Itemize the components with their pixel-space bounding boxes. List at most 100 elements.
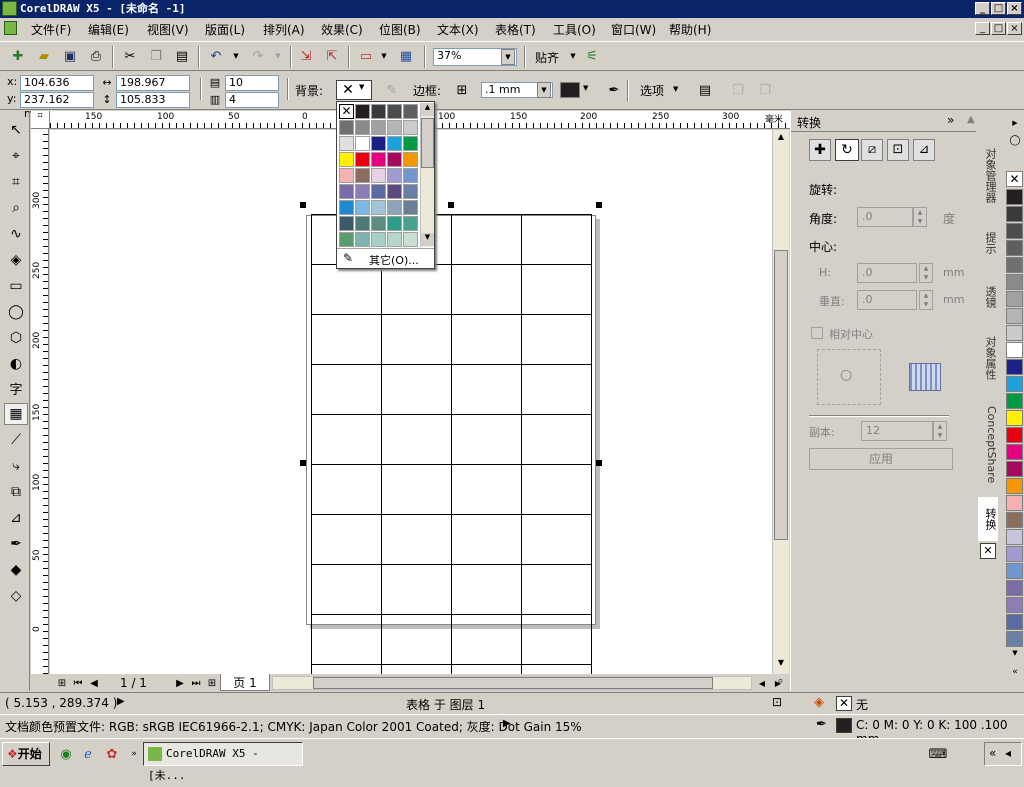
table-cell[interactable]: [381, 614, 452, 665]
tab-hints[interactable]: 提示: [978, 221, 998, 265]
table-cell[interactable]: [311, 414, 382, 465]
color-swatch[interactable]: [371, 200, 386, 215]
color-swatch[interactable]: [371, 232, 386, 247]
color-profile-info[interactable]: 文档颜色预置文件: RGB: sRGB IEC61966-2.1; CMYK: …: [5, 718, 582, 735]
color-swatch[interactable]: [403, 104, 418, 119]
export-icon[interactable]: ⇱: [322, 46, 342, 66]
table-cell[interactable]: [451, 214, 522, 265]
rotate-mode-icon[interactable]: ↻: [835, 139, 859, 161]
menu-file[interactable]: 文件(F): [31, 21, 71, 38]
doc-minimize-button[interactable]: _: [975, 22, 990, 35]
fill-tool-icon[interactable]: ◆: [4, 559, 28, 581]
tray-expand-icon[interactable]: «: [989, 746, 996, 760]
color-swatch[interactable]: [339, 184, 354, 199]
page-tab[interactable]: 页 1: [220, 674, 270, 691]
close-button[interactable]: ×: [1007, 2, 1022, 15]
welcome-screen-icon[interactable]: ▦: [396, 46, 416, 66]
crop-tool-icon[interactable]: ⌗: [4, 171, 28, 193]
palette-color-swatch[interactable]: [1006, 614, 1023, 630]
center-h-spinner[interactable]: ▲ ▼: [919, 263, 933, 283]
no-color-swatch[interactable]: ✕: [1006, 171, 1023, 187]
table-cell[interactable]: [381, 264, 452, 315]
eyedropper-tool-icon[interactable]: ⊿: [4, 507, 28, 529]
application-launcher-icon[interactable]: ▭: [356, 46, 376, 66]
table-cell[interactable]: [521, 464, 592, 515]
color-swatch[interactable]: [339, 168, 354, 183]
cut-icon[interactable]: ✂: [120, 46, 140, 66]
vertical-scrollbar[interactable]: ▲ ▼: [772, 130, 789, 674]
no-fill-swatch-icon[interactable]: ✕: [836, 696, 852, 711]
menu-edit[interactable]: 编辑(E): [88, 21, 129, 38]
connector-tool-icon[interactable]: ⤷: [4, 455, 28, 477]
collapse-icon[interactable]: ▲: [967, 114, 975, 125]
to-front-icon[interactable]: ❐: [728, 80, 748, 100]
selection-handle[interactable]: [448, 202, 454, 208]
paste-icon[interactable]: ▤: [172, 46, 192, 66]
dimension-tool-icon[interactable]: ⟋: [4, 429, 28, 451]
palette-color-swatch[interactable]: [1006, 529, 1023, 545]
table-cell[interactable]: [381, 414, 452, 465]
wrap-paragraph-icon[interactable]: ▤: [695, 80, 715, 100]
table-object[interactable]: [311, 214, 592, 674]
palette-scroll-down-icon[interactable]: ▼: [1008, 649, 1022, 663]
palette-color-swatch[interactable]: [1006, 325, 1023, 341]
table-cell[interactable]: [311, 264, 382, 315]
tab-object-properties[interactable]: 对象属性: [978, 323, 998, 393]
center-h-field[interactable]: .0: [857, 263, 917, 283]
rectangle-tool-icon[interactable]: ▭: [4, 275, 28, 297]
table-cell[interactable]: [381, 314, 452, 365]
expand-icon[interactable]: »: [947, 113, 954, 127]
undo-dropdown-icon[interactable]: ▼: [226, 46, 246, 66]
color-swatch[interactable]: [387, 200, 402, 215]
scroll-thumb[interactable]: [421, 118, 434, 168]
menu-effects[interactable]: 效果(C): [321, 21, 363, 38]
color-swatch[interactable]: [339, 216, 354, 231]
options-label[interactable]: 选项: [640, 82, 664, 99]
palette-color-swatch[interactable]: [1006, 189, 1023, 205]
color-swatch[interactable]: [387, 168, 402, 183]
color-swatch[interactable]: [403, 216, 418, 231]
menu-text[interactable]: 文本(X): [437, 21, 479, 38]
launcher-dropdown-icon[interactable]: ▼: [374, 46, 394, 66]
table-cell[interactable]: [521, 264, 592, 315]
table-cell[interactable]: [451, 614, 522, 665]
table-cell[interactable]: [521, 364, 592, 415]
navigator-icon[interactable]: ⌕: [772, 674, 789, 692]
color-swatch[interactable]: [371, 184, 386, 199]
smart-fill-tool-icon[interactable]: ◈: [4, 249, 28, 271]
table-cell[interactable]: [311, 364, 382, 415]
selection-handle[interactable]: [300, 202, 306, 208]
palette-color-swatch[interactable]: [1006, 410, 1023, 426]
relative-center-checkbox[interactable]: [811, 327, 823, 339]
size-mode-icon[interactable]: ⊡: [887, 139, 909, 161]
table-cell[interactable]: [451, 464, 522, 515]
print-icon[interactable]: ⎙: [86, 46, 106, 66]
import-icon[interactable]: ⇲: [296, 46, 316, 66]
x-position-field[interactable]: 104.636 mm: [20, 75, 94, 103]
speaker-icon[interactable]: ◂: [1005, 746, 1011, 760]
snap-dropdown-icon[interactable]: ▼: [563, 46, 583, 66]
center-v-field[interactable]: .0: [857, 290, 917, 310]
table-cell[interactable]: [311, 664, 382, 674]
angle-field[interactable]: .0: [857, 207, 913, 227]
color-swatch[interactable]: [339, 120, 354, 135]
close-tab-icon[interactable]: ✕: [980, 543, 996, 559]
table-cell[interactable]: [311, 464, 382, 515]
palette-color-swatch[interactable]: [1006, 478, 1023, 494]
ellipse-tool-icon[interactable]: ◯: [4, 301, 28, 323]
palette-color-swatch[interactable]: [1006, 427, 1023, 443]
color-swatch[interactable]: [355, 168, 370, 183]
angle-spinner[interactable]: ▲ ▼: [913, 207, 927, 227]
quicklaunch-more-icon[interactable]: »: [124, 744, 144, 764]
color-swatch[interactable]: [371, 168, 386, 183]
border-select-icon[interactable]: ⊞: [452, 80, 472, 100]
copies-field[interactable]: 12: [861, 421, 933, 441]
tab-transform[interactable]: 转换: [978, 497, 998, 541]
no-color-swatch[interactable]: ✕: [339, 104, 354, 119]
coreldraw-app-icon[interactable]: [2, 1, 17, 16]
horizontal-scrollbar[interactable]: [272, 676, 752, 690]
options-dropdown-icon[interactable]: ▼: [673, 85, 678, 93]
tab-lens[interactable]: 透镜: [978, 273, 998, 321]
add-page-after-icon[interactable]: ⊞: [202, 674, 222, 692]
color-swatch[interactable]: [355, 232, 370, 247]
